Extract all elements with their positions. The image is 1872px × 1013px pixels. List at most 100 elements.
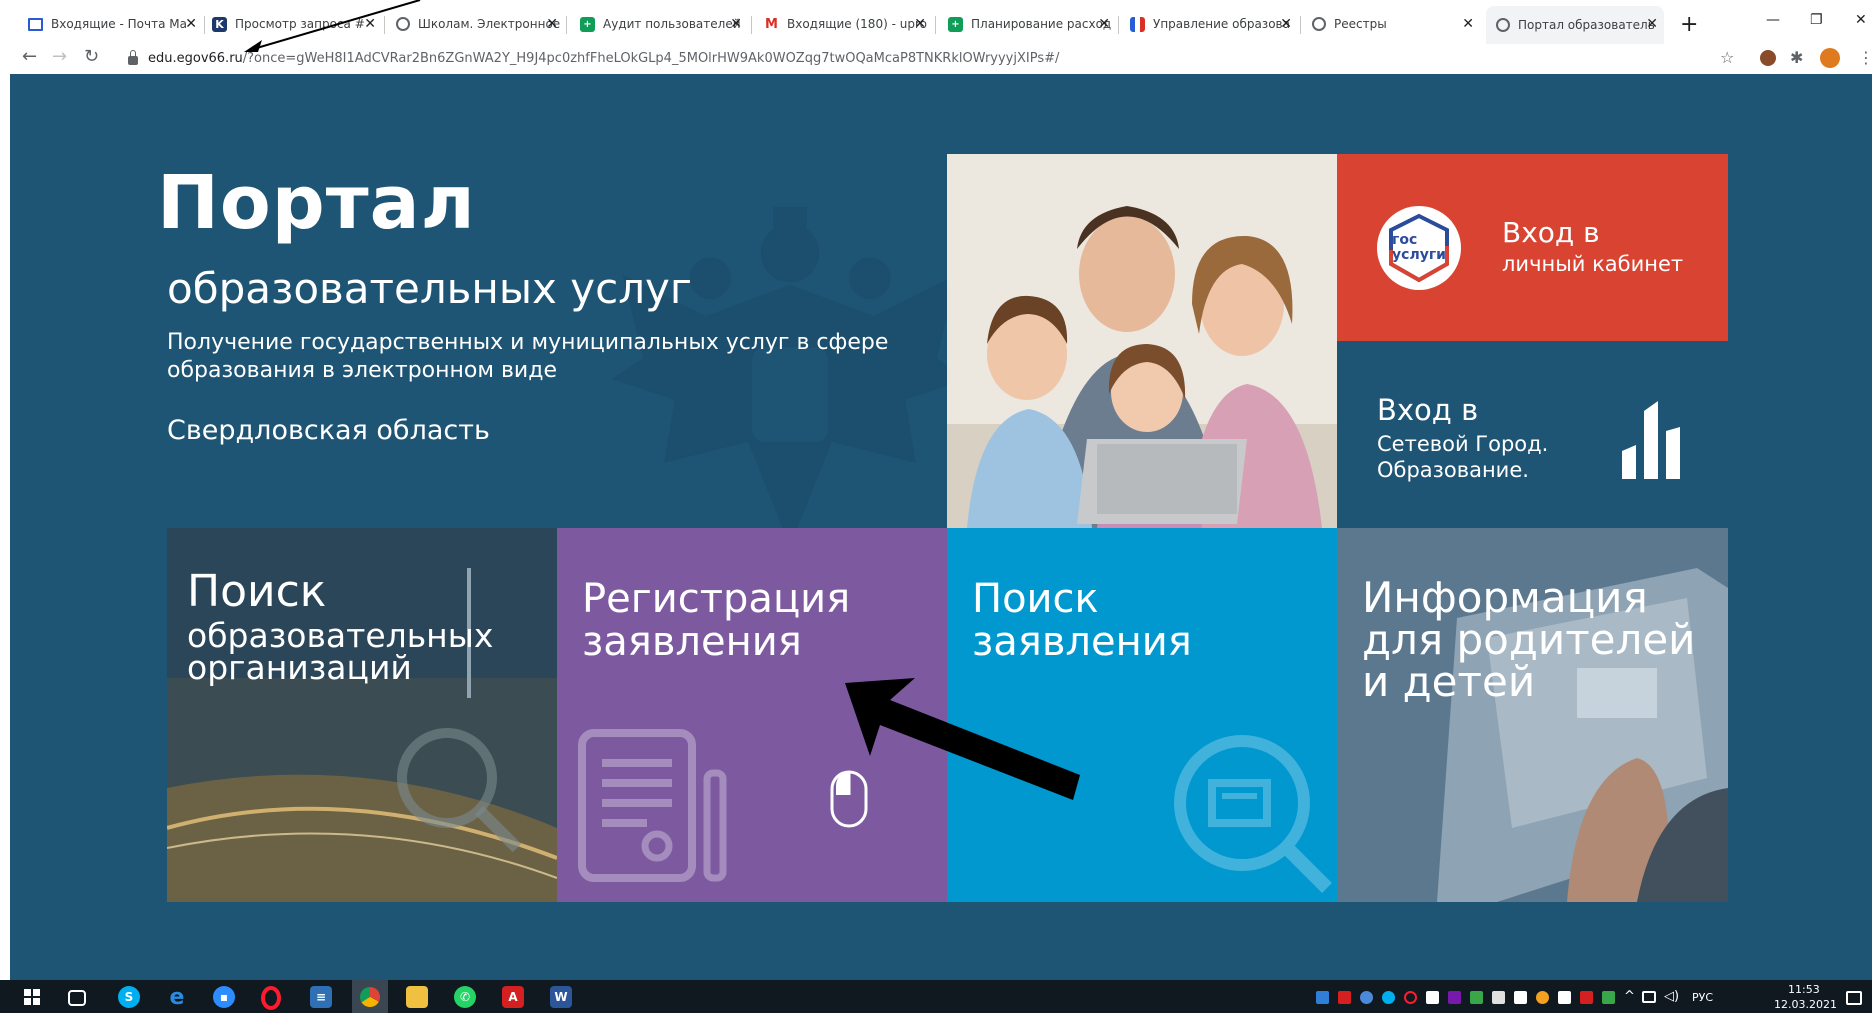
volume-icon[interactable]: ◁): [1664, 989, 1679, 1004]
lock-icon: [128, 49, 138, 65]
globe-icon: [1312, 17, 1326, 31]
windows-taskbar: S e ▪ ≡ ✆ A W ^ ◁) РУС 11:53 12.03.2021: [0, 980, 1872, 1013]
region-label: Свердловская область: [167, 415, 490, 446]
search-application-tile[interactable]: Поиск заявления: [947, 528, 1337, 902]
file-explorer-icon[interactable]: [406, 986, 428, 1008]
restore-button[interactable]: ❐: [1810, 12, 1823, 28]
clock-time[interactable]: 11:53: [1788, 983, 1820, 996]
flag-icon: [1130, 16, 1145, 32]
tab-schools[interactable]: Школам. Электронное ✕: [396, 10, 564, 38]
show-hidden-icons-icon[interactable]: ^: [1624, 989, 1635, 1004]
close-icon[interactable]: ✕: [185, 16, 197, 32]
tray-app-icon[interactable]: [1316, 991, 1329, 1004]
language-indicator[interactable]: РУС: [1692, 991, 1713, 1004]
tab-separator: [935, 16, 936, 34]
back-button[interactable]: ←: [22, 46, 37, 67]
internet-explorer-icon[interactable]: e: [166, 985, 188, 1010]
whatsapp-icon[interactable]: ✆: [454, 986, 476, 1008]
avatar[interactable]: [1820, 48, 1840, 68]
tray-app-icon[interactable]: [1492, 991, 1505, 1004]
gosuslugi-logo-text-1: гос: [1392, 232, 1418, 248]
extension-icon[interactable]: [1760, 50, 1776, 66]
tray-app-icon[interactable]: [1536, 991, 1549, 1004]
netcity-line-3: Образование.: [1377, 458, 1529, 482]
tab-registries[interactable]: Реестры ✕: [1312, 10, 1480, 38]
puzzle-icon[interactable]: ✱: [1790, 48, 1803, 67]
tab-separator: [204, 16, 205, 34]
tab-planning[interactable]: + Планирование расход ✕: [948, 10, 1116, 38]
info-parents-children-tile[interactable]: Информация для родителей и детей: [1337, 528, 1728, 902]
tab-gmail[interactable]: M Входящие (180) - upro ✕: [764, 10, 932, 38]
close-icon[interactable]: ✕: [546, 16, 558, 32]
tab-audit[interactable]: + Аудит пользователей ✕: [580, 10, 748, 38]
register-application-title-2: заявления: [582, 619, 802, 665]
register-application-tile[interactable]: Регистрация заявления: [557, 528, 947, 902]
tray-opera-icon[interactable]: [1404, 991, 1417, 1004]
globe-icon: [1496, 18, 1510, 32]
chrome-icon: [360, 986, 380, 1007]
bookmark-star-icon[interactable]: ☆: [1720, 48, 1734, 67]
gosuslugi-login-tile[interactable]: гос услуги Вход в личный кабинет: [1337, 154, 1728, 341]
netcity-login-subtitle: Сетевой Город. Образование.: [1377, 431, 1548, 483]
tab-mail[interactable]: Входящие - Почта Ма ✕: [28, 10, 203, 38]
close-icon[interactable]: ✕: [1646, 16, 1658, 32]
search-organizations-tile[interactable]: Поиск образовательных организаций: [167, 528, 557, 902]
menu-dots-icon[interactable]: ⋮: [1858, 48, 1872, 67]
tray-app-icon[interactable]: [1514, 991, 1527, 1004]
close-icon[interactable]: ✕: [730, 16, 742, 32]
reload-button[interactable]: ↻: [84, 46, 99, 67]
tray-app-icon[interactable]: [1580, 991, 1593, 1004]
chrome-taskbar-active[interactable]: [352, 980, 388, 1013]
family-illustration: [947, 154, 1337, 528]
search-organizations-title: Поиск: [187, 566, 327, 617]
tray-app-icon[interactable]: [1360, 991, 1373, 1004]
close-icon[interactable]: ✕: [1280, 16, 1292, 32]
network-icon[interactable]: [1642, 991, 1656, 1003]
close-icon[interactable]: ✕: [1462, 16, 1474, 32]
close-window-button[interactable]: ✕: [1855, 12, 1867, 28]
tray-app-icon[interactable]: [1426, 991, 1439, 1004]
gosuslugi-login-title: Вход в: [1502, 216, 1600, 249]
forward-button[interactable]: →: [52, 46, 67, 67]
mail-icon: [28, 17, 43, 31]
windows-start-icon[interactable]: [24, 989, 40, 1005]
close-icon[interactable]: ✕: [914, 16, 926, 32]
clock-date[interactable]: 12.03.2021: [1774, 998, 1837, 1011]
close-icon[interactable]: ✕: [364, 16, 376, 32]
tray-onenote-icon[interactable]: [1448, 991, 1461, 1004]
page-subtitle: образовательных услуг: [167, 264, 692, 313]
register-application-title-1: Регистрация: [582, 576, 851, 622]
tab-separator: [1118, 16, 1119, 34]
acrobat-icon[interactable]: A: [502, 986, 524, 1008]
close-icon[interactable]: ✕: [1098, 16, 1110, 32]
netcity-line-2: Сетевой Город.: [1377, 432, 1549, 456]
document-form-icon: [578, 729, 727, 882]
k-icon: K: [212, 16, 227, 32]
gosuslugi-logo-text-2: услуги: [1392, 247, 1446, 263]
network-tool-icon[interactable]: ≡: [310, 986, 332, 1008]
tray-skype-icon[interactable]: [1382, 991, 1395, 1004]
minimize-button[interactable]: —: [1766, 12, 1780, 28]
address-bar[interactable]: edu.egov66.ru /?once=gWeH8I1AdCVRar2Bn6Z…: [120, 44, 1720, 72]
gmail-icon: M: [765, 16, 778, 32]
tab-education-dept[interactable]: Управление образова ✕: [1130, 10, 1298, 38]
tray-app-icon[interactable]: [1558, 991, 1571, 1004]
skype-icon[interactable]: S: [118, 986, 140, 1008]
tray-app-icon[interactable]: [1338, 991, 1351, 1004]
word-icon[interactable]: W: [550, 986, 572, 1008]
tray-app-icon[interactable]: [1602, 991, 1615, 1004]
netcity-login-tile[interactable]: Вход в Сетевой Город. Образование.: [1337, 341, 1728, 528]
task-view-icon[interactable]: [68, 990, 86, 1006]
notifications-icon[interactable]: [1846, 991, 1862, 1005]
zoom-icon[interactable]: ▪: [213, 986, 235, 1008]
tab-portal-active[interactable]: Портал образователь ✕: [1486, 6, 1664, 44]
new-tab-button[interactable]: +: [1680, 12, 1698, 37]
url-host: edu.egov66.ru: [148, 50, 243, 66]
info-title-2: для родителей: [1362, 615, 1696, 664]
tab-request-view[interactable]: K Просмотр запроса # ✕: [212, 10, 382, 38]
tab-separator: [384, 16, 385, 34]
opera-icon[interactable]: [261, 986, 281, 1010]
family-photo: [947, 154, 1337, 528]
tray-app-icon[interactable]: [1470, 991, 1483, 1004]
page-title: Портал: [157, 160, 476, 246]
